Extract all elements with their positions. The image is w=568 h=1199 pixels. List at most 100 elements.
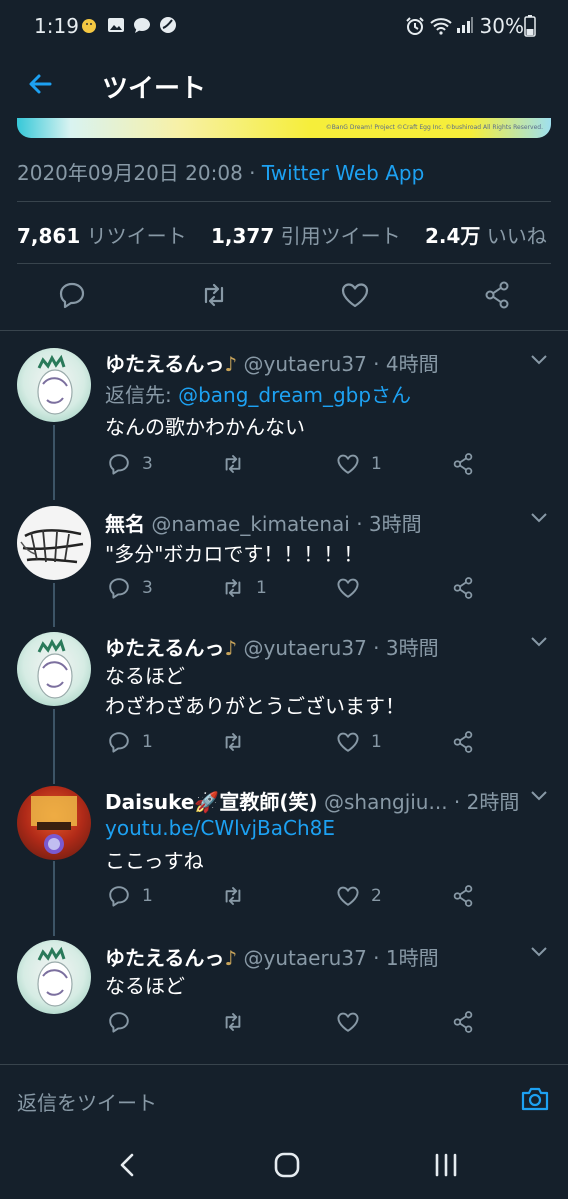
reply-time: · 2時間 bbox=[453, 790, 520, 814]
retweet-count[interactable]: 7,861 bbox=[17, 224, 80, 248]
reply-text: "多分"ボカロです！！！！！ bbox=[105, 542, 364, 566]
media-copyright: ©BanG Dream! Project ©Craft Egg Inc. ©bu… bbox=[325, 124, 543, 131]
like-icon[interactable] bbox=[336, 1010, 360, 1034]
reply-count: 1 bbox=[142, 732, 153, 752]
retweet-icon[interactable] bbox=[221, 884, 245, 908]
reply-icon[interactable] bbox=[107, 576, 131, 600]
share-icon[interactable] bbox=[451, 730, 475, 754]
like-count[interactable]: 2.4万 bbox=[425, 224, 480, 248]
reply-compose-bar[interactable]: 返信をツイート bbox=[0, 1064, 568, 1129]
reply-actions: 1 1 bbox=[0, 730, 568, 756]
back-arrow-icon[interactable] bbox=[24, 68, 56, 100]
reply-count: 1 bbox=[142, 886, 153, 906]
reply-to-link[interactable]: @bang_dream_gbpさん bbox=[178, 383, 411, 407]
display-name[interactable]: ゆたえるんっ bbox=[105, 352, 224, 376]
user-handle[interactable]: @shangjiu... bbox=[324, 790, 448, 814]
like-icon[interactable] bbox=[340, 280, 370, 310]
reply-text: なるほど bbox=[105, 664, 185, 688]
retweet-icon[interactable] bbox=[221, 1010, 245, 1034]
avatar[interactable] bbox=[17, 348, 91, 422]
chevron-down-icon[interactable] bbox=[530, 512, 548, 524]
chevron-down-icon[interactable] bbox=[530, 946, 548, 958]
like-count: 2 bbox=[371, 886, 382, 906]
reply-time: · 3時間 bbox=[373, 636, 439, 660]
reply-icon[interactable] bbox=[107, 884, 131, 908]
reply-input-placeholder[interactable]: 返信をツイート bbox=[17, 1087, 157, 1116]
chevron-down-icon[interactable] bbox=[530, 790, 548, 802]
user-handle[interactable]: @yutaeru37 bbox=[244, 946, 367, 970]
share-icon[interactable] bbox=[451, 1010, 475, 1034]
display-name[interactable]: ゆたえるんっ bbox=[105, 946, 224, 970]
reply-time: · 1時間 bbox=[373, 946, 439, 970]
app-header: ツイート bbox=[0, 56, 568, 112]
reply-icon[interactable] bbox=[107, 730, 131, 754]
reply-icon[interactable] bbox=[107, 452, 131, 476]
tweet-timestamp: 2020年09月20日 20:08 bbox=[17, 161, 243, 185]
user-handle[interactable]: @namae_kimatenai bbox=[151, 512, 350, 536]
share-icon[interactable] bbox=[451, 452, 475, 476]
nav-back-icon[interactable] bbox=[113, 1150, 143, 1180]
wifi-icon bbox=[430, 18, 452, 35]
like-count: 1 bbox=[371, 454, 382, 474]
tweet-source[interactable]: Twitter Web App bbox=[262, 161, 424, 185]
divider bbox=[17, 201, 551, 202]
avatar[interactable] bbox=[17, 632, 91, 706]
share-icon[interactable] bbox=[482, 280, 512, 310]
quote-count[interactable]: 1,377 bbox=[211, 224, 274, 248]
retweet-icon[interactable] bbox=[221, 452, 245, 476]
nav-home-icon[interactable] bbox=[272, 1150, 302, 1180]
display-name[interactable]: 無名 bbox=[105, 512, 145, 536]
reply-text: ここっすね bbox=[105, 849, 204, 873]
share-icon[interactable] bbox=[451, 884, 475, 908]
clock: 1:19 bbox=[34, 14, 79, 38]
chevron-down-icon[interactable] bbox=[530, 636, 548, 648]
alarm-icon bbox=[406, 17, 424, 35]
camera-icon[interactable] bbox=[520, 1085, 550, 1113]
reply-actions: 3 1 bbox=[0, 576, 568, 602]
battery-icon bbox=[524, 15, 536, 37]
reply-text: なんの歌かわかんない bbox=[105, 415, 305, 439]
quote-label[interactable]: 引用ツイート bbox=[281, 224, 401, 248]
like-icon[interactable] bbox=[336, 576, 360, 600]
meta-separator: · bbox=[242, 161, 262, 185]
gallery-notification-icon bbox=[108, 18, 124, 32]
page-title: ツイート bbox=[102, 74, 207, 104]
tweet-actions bbox=[0, 280, 568, 314]
status-bar: 1:19 30% bbox=[0, 0, 568, 56]
avatar[interactable] bbox=[17, 786, 91, 860]
chick-notification-icon bbox=[82, 19, 96, 33]
display-name[interactable]: ゆたえるんっ bbox=[105, 636, 224, 660]
divider bbox=[0, 330, 568, 331]
reply-icon[interactable] bbox=[57, 280, 87, 310]
avatar[interactable] bbox=[17, 940, 91, 1014]
like-icon[interactable] bbox=[336, 884, 360, 908]
battery-percent: 30% bbox=[479, 14, 524, 38]
reply-icon[interactable] bbox=[107, 1010, 131, 1034]
reply-time: · 4時間 bbox=[373, 352, 439, 376]
like-icon[interactable] bbox=[336, 730, 360, 754]
display-name[interactable]: Daisuke🚀宣教師(笑) bbox=[105, 790, 318, 814]
tweet-media-image[interactable]: ©BanG Dream! Project ©Craft Egg Inc. ©bu… bbox=[17, 118, 551, 138]
retweet-icon[interactable] bbox=[221, 730, 245, 754]
user-handle[interactable]: @yutaeru37 bbox=[244, 352, 367, 376]
signal-icon bbox=[457, 17, 473, 33]
retweet-label[interactable]: リツイート bbox=[87, 224, 187, 248]
like-icon[interactable] bbox=[336, 452, 360, 476]
name-emoji: ♪ bbox=[224, 352, 238, 376]
retweet-icon[interactable] bbox=[199, 280, 229, 310]
reply-text: なるほど bbox=[105, 974, 185, 998]
name-emoji: ♪ bbox=[224, 946, 238, 970]
browser-notification-icon bbox=[160, 17, 176, 33]
tweet-stats: 7,861 リツイート 1,377 引用ツイート 2.4万 いいね bbox=[17, 220, 565, 249]
avatar[interactable] bbox=[17, 506, 91, 580]
chevron-down-icon[interactable] bbox=[530, 354, 548, 366]
chat-notification-icon bbox=[134, 18, 150, 33]
youtube-link[interactable]: youtu.be/CWlvjBaCh8E bbox=[105, 816, 335, 840]
like-label[interactable]: いいね bbox=[487, 224, 547, 248]
retweet-icon[interactable] bbox=[221, 576, 245, 600]
share-icon[interactable] bbox=[451, 576, 475, 600]
user-handle[interactable]: @yutaeru37 bbox=[244, 636, 367, 660]
system-nav-bar bbox=[0, 1128, 568, 1199]
nav-recents-icon[interactable] bbox=[431, 1150, 461, 1180]
reply-actions bbox=[0, 1010, 568, 1036]
